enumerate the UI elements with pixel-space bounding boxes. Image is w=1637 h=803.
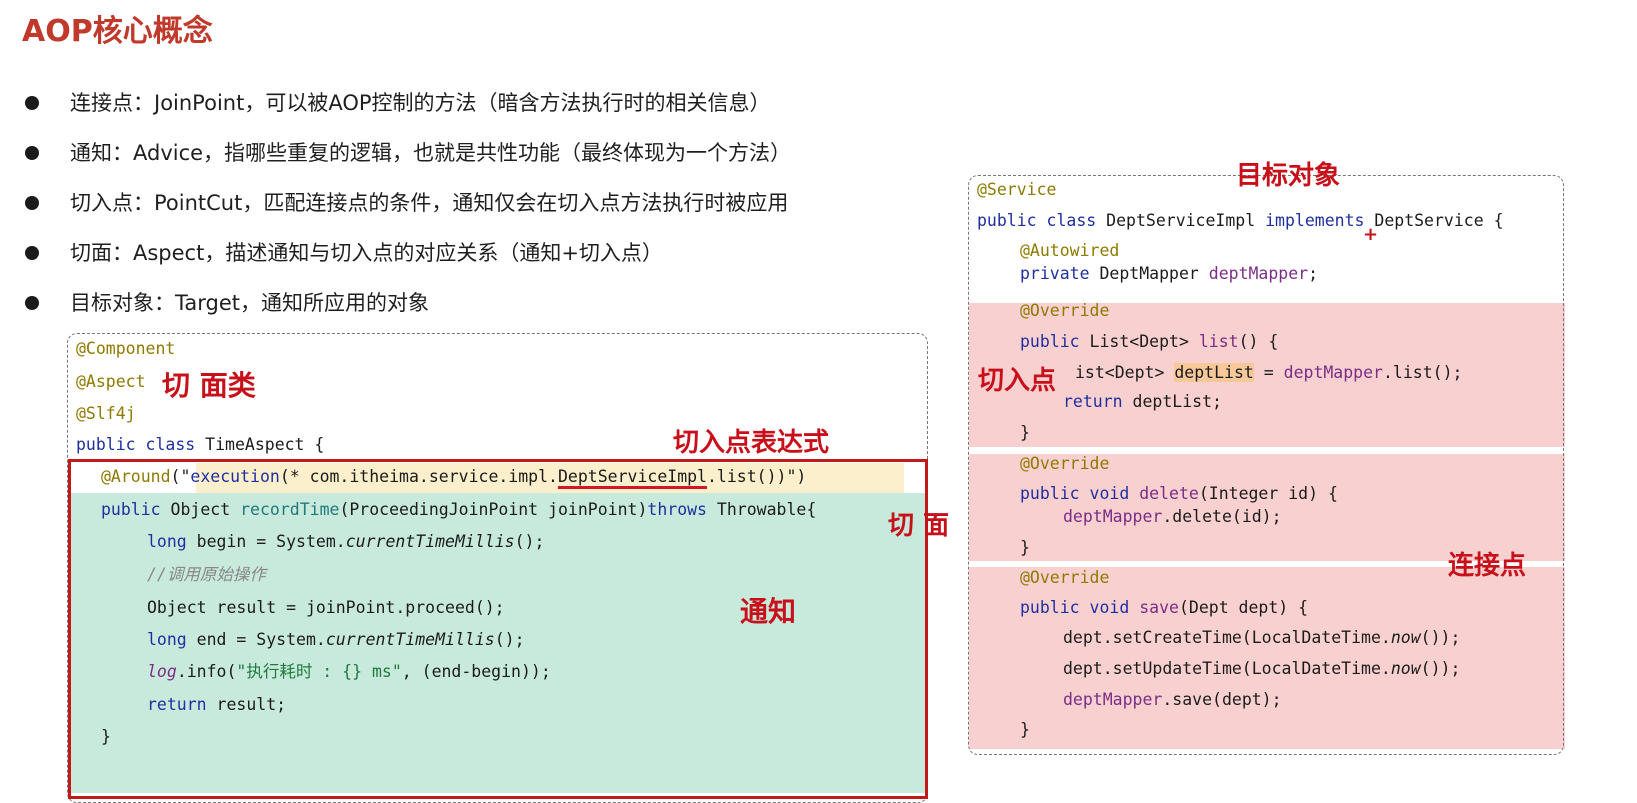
page-title: AOP核心概念 <box>22 14 213 49</box>
code-line: dept.setUpdateTime(LocalDateTime.now()); <box>1063 659 1461 678</box>
code-line: return result; <box>147 695 287 714</box>
bullet-icon <box>25 246 39 260</box>
code-line: return deptList; <box>1063 392 1222 411</box>
code-line: //调用原始操作 <box>147 565 266 584</box>
code-line: @Override <box>1020 301 1110 320</box>
code-line: deptMapper.save(dept); <box>1063 690 1282 709</box>
code-line: long end = System.currentTimeMillis(); <box>147 630 525 649</box>
concept-list: 连接点：JoinPoint，可以被AOP控制的方法（暗含方法执行时的相关信息） … <box>22 86 791 336</box>
code-line: @Slf4j <box>76 404 136 423</box>
bullet-icon <box>25 96 39 110</box>
annotation-pointcut: 切入点 <box>978 366 1057 396</box>
list-item: 通知：Advice，指哪些重复的逻辑，也就是共性功能（最终体现为一个方法） <box>22 136 791 186</box>
cursor-plus-icon: + <box>1363 224 1379 245</box>
annotation-target-object: 目标对象 <box>1236 161 1341 191</box>
code-line: } <box>101 727 111 746</box>
code-line: public class DeptServiceImpl implements … <box>977 211 1504 230</box>
code-line: public Object recordTime(ProceedingJoinP… <box>101 500 817 519</box>
code-line: public List<Dept> list() { <box>1020 332 1279 351</box>
list-item: 切面：Aspect，描述通知与切入点的对应关系（通知+切入点） <box>22 236 791 286</box>
bullet-icon <box>25 296 39 310</box>
annotation-joinpoint: 连接点 <box>1448 551 1527 581</box>
code-line: @Override <box>1020 568 1110 587</box>
annotation-aspect: 切 面 <box>888 511 950 541</box>
code-line: } <box>1020 538 1030 557</box>
code-line: @Override <box>1020 454 1110 473</box>
bullet-icon <box>25 146 39 160</box>
annotation-pointcut-expression: 切入点表达式 <box>673 428 830 458</box>
code-line: long begin = System.currentTimeMillis(); <box>147 532 545 551</box>
list-item: 切入点：PointCut，匹配连接点的条件，通知仅会在切入点方法执行时被应用 <box>22 186 791 236</box>
code-line: deptMapper.delete(id); <box>1063 507 1282 526</box>
code-line: public void save(Dept dept) { <box>1020 598 1309 617</box>
list-item: 目标对象：Target，通知所应用的对象 <box>22 286 791 336</box>
code-line: @Service <box>977 180 1057 199</box>
list-item: 连接点：JoinPoint，可以被AOP控制的方法（暗含方法执行时的相关信息） <box>22 86 791 136</box>
code-line: Object result = joinPoint.proceed(); <box>147 598 505 617</box>
annotation-aspect-class: 切 面类 <box>162 369 256 402</box>
pointcut-target-underline: DeptServiceImpl <box>557 467 707 489</box>
code-line: @Aspect <box>76 372 146 391</box>
code-line: private DeptMapper deptMapper; <box>1020 264 1319 283</box>
bullet-icon <box>25 196 39 210</box>
code-line: log.info("执行耗时 : {} ms", (end-begin)); <box>147 662 551 681</box>
code-line: ist<Dept> deptList = deptMapper.list(); <box>1075 363 1463 382</box>
code-line: @Around("execution(* com.itheima.service… <box>101 463 806 491</box>
code-line: } <box>1020 423 1030 442</box>
code-line: @Component <box>76 339 176 358</box>
code-line: } <box>1020 720 1030 739</box>
code-line: public class TimeAspect { <box>76 435 325 454</box>
code-line: dept.setCreateTime(LocalDateTime.now()); <box>1063 628 1461 647</box>
annotation-advice: 通知 <box>740 595 797 628</box>
